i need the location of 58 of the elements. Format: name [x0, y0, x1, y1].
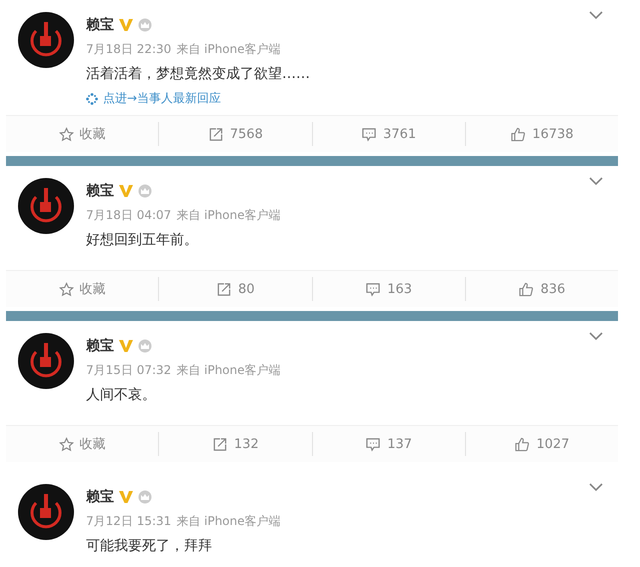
loading-icon	[86, 92, 98, 104]
comment-icon	[365, 282, 382, 296]
star-icon	[58, 436, 74, 452]
avatar[interactable]	[18, 12, 74, 68]
repost-button[interactable]: 7568	[158, 122, 312, 146]
verified-icon	[118, 339, 134, 353]
favorite-button[interactable]: 收藏	[6, 432, 158, 456]
comment-button[interactable]: 137	[312, 432, 465, 456]
star-icon	[58, 126, 74, 142]
verified-icon	[118, 18, 134, 32]
post-time: 7月12日 15:31	[86, 513, 172, 530]
like-button[interactable]: 16738	[464, 122, 618, 146]
post-text: 好想回到五年前。	[86, 231, 199, 249]
caret-icon[interactable]	[588, 482, 604, 492]
thumbs-up-icon	[510, 126, 526, 142]
crown-icon	[138, 18, 152, 32]
post-text: 人间不哀。	[86, 386, 157, 404]
user-name[interactable]: 赖宝	[86, 337, 114, 355]
avatar[interactable]	[18, 333, 74, 389]
post-source: 来自 iPhone客户端	[176, 362, 281, 379]
avatar[interactable]	[18, 484, 74, 540]
caret-icon[interactable]	[588, 176, 604, 186]
like-button[interactable]: 836	[464, 277, 618, 301]
crown-icon	[138, 339, 152, 353]
share-icon	[212, 436, 228, 452]
post-source: 来自 iPhone客户端	[176, 513, 281, 530]
user-name[interactable]: 赖宝	[86, 16, 114, 34]
share-icon	[216, 282, 232, 296]
comment-icon	[361, 126, 378, 142]
thumbs-up-icon	[518, 282, 534, 296]
post-time: 7月15日 07:32	[86, 362, 172, 379]
post-time: 7月18日 22:30	[86, 41, 172, 58]
comment-button[interactable]: 163	[312, 277, 465, 301]
comment-icon	[365, 436, 382, 452]
post-text: 可能我要死了，拜拜	[86, 537, 213, 555]
avatar[interactable]	[18, 178, 74, 234]
post-source: 来自 iPhone客户端	[176, 207, 281, 224]
favorite-button[interactable]: 收藏	[6, 277, 158, 301]
caret-icon[interactable]	[588, 331, 604, 341]
crown-icon	[138, 490, 152, 504]
post-source: 来自 iPhone客户端	[176, 41, 281, 58]
caret-icon[interactable]	[588, 10, 604, 20]
post-text: 活着活着，梦想竟然变成了欲望……	[86, 65, 310, 83]
thumbs-up-icon	[514, 436, 530, 452]
post-time: 7月18日 04:07	[86, 207, 172, 224]
verified-icon	[118, 184, 134, 198]
verified-icon	[118, 490, 134, 504]
crown-icon	[138, 184, 152, 198]
star-icon	[58, 282, 74, 296]
repost-button[interactable]: 132	[158, 432, 312, 456]
favorite-button[interactable]: 收藏	[6, 122, 158, 146]
user-name[interactable]: 赖宝	[86, 182, 114, 200]
user-name[interactable]: 赖宝	[86, 488, 114, 506]
like-button[interactable]: 1027	[464, 432, 618, 456]
response-link[interactable]: 点进→当事人最新回应	[103, 90, 222, 107]
repost-button[interactable]: 80	[158, 277, 312, 301]
share-icon	[208, 126, 224, 142]
comment-button[interactable]: 3761	[312, 122, 465, 146]
